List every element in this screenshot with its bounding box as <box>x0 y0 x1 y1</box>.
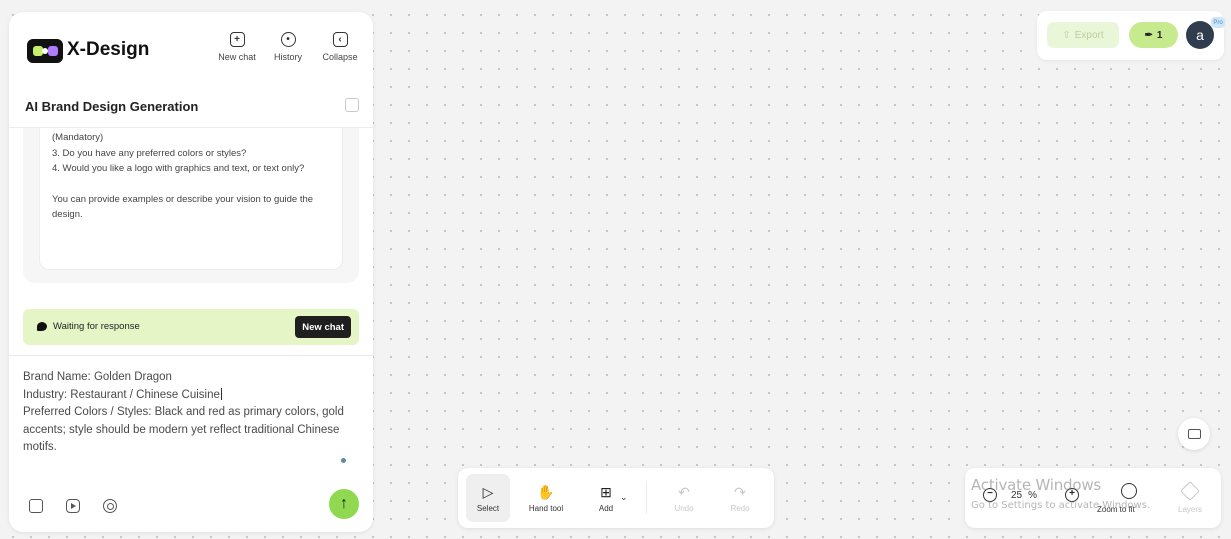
cursor-icon: ▷ <box>482 483 494 500</box>
image-upload-icon[interactable] <box>29 499 43 513</box>
undo-label: Undo <box>674 503 694 513</box>
message-line: 3. Do you have any preferred colors or s… <box>52 147 247 159</box>
chevron-down-icon[interactable]: ⌄ <box>620 492 628 503</box>
brand-name: X-Design <box>67 39 150 60</box>
message-line: 4. Would you like a logo with graphics a… <box>52 163 305 174</box>
credits-count: 1 <box>1156 29 1163 41</box>
undo-icon: ↶ <box>678 483 690 500</box>
credits-badge[interactable]: ✒ 1 <box>1129 22 1178 48</box>
collapse-label: Collapse <box>322 52 358 62</box>
send-button[interactable]: ↑ <box>329 489 359 519</box>
xdesign-logo-icon <box>27 39 63 63</box>
top-right-toolbar: ⇧ Export ✒ 1 a Pro <box>1037 11 1225 60</box>
chat-messages[interactable]: (Mandatory) 3. Do you have any preferred… <box>23 128 359 283</box>
activate-windows-subtitle: Go to Settings to activate Windows. <box>971 500 1151 511</box>
prompt-line: Preferred Colors / Styles: Black and red… <box>23 406 344 453</box>
plus-icon: + <box>229 32 245 47</box>
zoom-to-fit-icon[interactable] <box>1121 483 1137 499</box>
redo-label: Redo <box>730 503 750 513</box>
undo-button[interactable]: ↶ Undo <box>662 474 706 522</box>
new-chat-label: New chat <box>218 52 256 62</box>
collapse-button[interactable]: ‹ Collapse <box>315 32 365 72</box>
activate-windows-title: Activate Windows <box>971 476 1101 494</box>
status-text: Waiting for response <box>53 321 140 332</box>
new-chat-button[interactable]: + New chat <box>212 32 262 72</box>
assistant-message: (Mandatory) 3. Do you have any preferred… <box>39 128 343 270</box>
prompt-input[interactable]: Brand Name: Golden Dragon Industry: Rest… <box>23 369 353 457</box>
hand-tool[interactable]: ✋ Hand tool <box>524 474 568 522</box>
status-bar: Waiting for response New chat <box>23 309 359 345</box>
divider <box>9 355 373 356</box>
history-button[interactable]: • History <box>263 32 313 72</box>
export-label: Export <box>1074 29 1104 41</box>
upload-icon: ⇧ <box>1062 29 1071 41</box>
message-icon <box>1187 429 1201 439</box>
add-icon: ⊞ <box>600 483 612 500</box>
layers-label: Layers <box>1178 505 1203 514</box>
avatar[interactable]: a <box>1186 21 1214 49</box>
clock-icon: • <box>280 32 296 47</box>
chat-panel: X-Design + New chat • History ‹ Collapse… <box>9 12 373 532</box>
speech-bubble-icon <box>37 322 47 331</box>
select-label: Select <box>476 503 500 513</box>
add-label: Add <box>598 503 614 513</box>
redo-button[interactable]: ↷ Redo <box>718 474 762 522</box>
feedback-button[interactable] <box>1178 418 1210 450</box>
status-new-chat-button[interactable]: New chat <box>295 316 351 338</box>
export-button[interactable]: ⇧ Export <box>1047 22 1119 48</box>
select-tool[interactable]: ▷ Select <box>466 474 510 522</box>
history-label: History <box>273 52 302 62</box>
typing-indicator <box>341 458 346 463</box>
panel-header: X-Design + New chat • History ‹ Collapse <box>9 12 373 82</box>
collapse-icon: ‹ <box>332 32 348 47</box>
toolbar-divider <box>646 482 647 514</box>
message-line: (Mandatory) <box>52 132 104 143</box>
message-line: You can provide examples or describe you… <box>52 193 314 221</box>
prompt-line: Brand Name: Golden Dragon <box>23 371 172 383</box>
target-icon[interactable] <box>103 499 117 513</box>
lightning-icon: ✒ <box>1144 29 1153 41</box>
redo-icon: ↷ <box>734 483 746 500</box>
video-icon[interactable] <box>66 499 80 513</box>
layers-icon[interactable] <box>1180 481 1200 501</box>
prompt-line: Industry: Restaurant / Chinese Cuisine <box>23 387 222 401</box>
conversation-header: AI Brand Design Generation <box>9 90 373 128</box>
canvas-toolbar: ▷ Select ✋ Hand tool ⊞ Add ⌄ ↶ Undo ↷ Re… <box>458 468 774 528</box>
pro-badge: Pro <box>1211 17 1225 28</box>
hand-icon: ✋ <box>537 483 555 500</box>
edit-icon[interactable] <box>345 98 359 112</box>
hand-label: Hand tool <box>528 503 564 513</box>
conversation-title: AI Brand Design Generation <box>25 99 199 114</box>
